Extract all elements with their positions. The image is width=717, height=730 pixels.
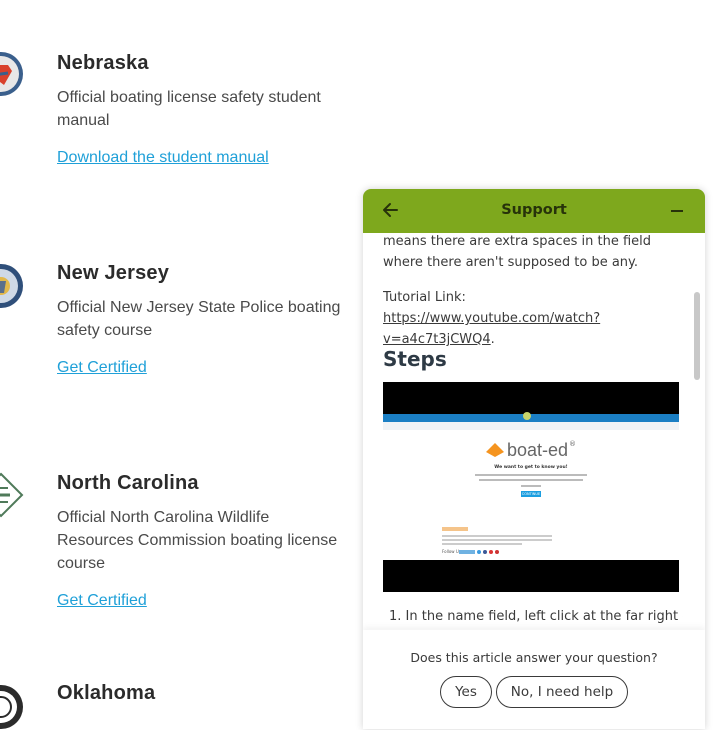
- yes-button[interactable]: Yes: [440, 676, 492, 708]
- boat-ed-logo-text: boat-ed: [507, 440, 569, 460]
- support-header: Support: [363, 189, 705, 233]
- support-widget: Support means there are extra spaces in …: [363, 189, 705, 729]
- get-certified-link[interactable]: Get Certified: [57, 592, 147, 610]
- article-intro-text: means there are extra spaces in the fiel…: [383, 234, 651, 270]
- no-need-help-button[interactable]: No, I need help: [496, 676, 628, 708]
- feedback-footer: Does this article answer your question? …: [363, 630, 705, 729]
- download-manual-link[interactable]: Download the student manual: [57, 149, 269, 167]
- state-description: Official boating license safety student …: [57, 89, 321, 129]
- state-name: Oklahoma: [57, 682, 156, 704]
- article-body: means there are extra spaces in the fiel…: [383, 233, 683, 629]
- screenshot-tagline: We want to get to know you!: [494, 465, 568, 470]
- support-title: Support: [501, 202, 567, 218]
- state-description: Official North Carolina Wildlife Resourc…: [57, 509, 338, 572]
- tutorial-paragraph: Tutorial Link: https://www.youtube.com/w…: [383, 290, 601, 347]
- oklahoma-seal-icon: [0, 684, 24, 730]
- step-1-text: 1. In the name field, left click at the …: [389, 609, 683, 624]
- state-name: North Carolina: [57, 472, 199, 494]
- tutorial-label: Tutorial Link:: [383, 290, 466, 305]
- north-carolina-diamond-icon: [0, 472, 24, 518]
- state-description: Official New Jersey State Police boating…: [57, 299, 341, 339]
- nebraska-seal-icon: [0, 51, 24, 97]
- article-scrollbar[interactable]: [694, 292, 700, 380]
- state-name: Nebraska: [57, 52, 149, 74]
- steps-screenshot-image: boat-ed ® We want to get to know you! CO…: [383, 382, 679, 592]
- new-jersey-seal-icon: [0, 263, 24, 309]
- state-name: New Jersey: [57, 262, 170, 284]
- get-certified-link[interactable]: Get Certified: [57, 359, 147, 377]
- feedback-question: Does this article answer your question?: [410, 650, 658, 665]
- minimize-icon[interactable]: [671, 210, 683, 212]
- steps-heading: Steps: [383, 347, 447, 371]
- screenshot-continue-button: CONTINUE: [521, 491, 541, 497]
